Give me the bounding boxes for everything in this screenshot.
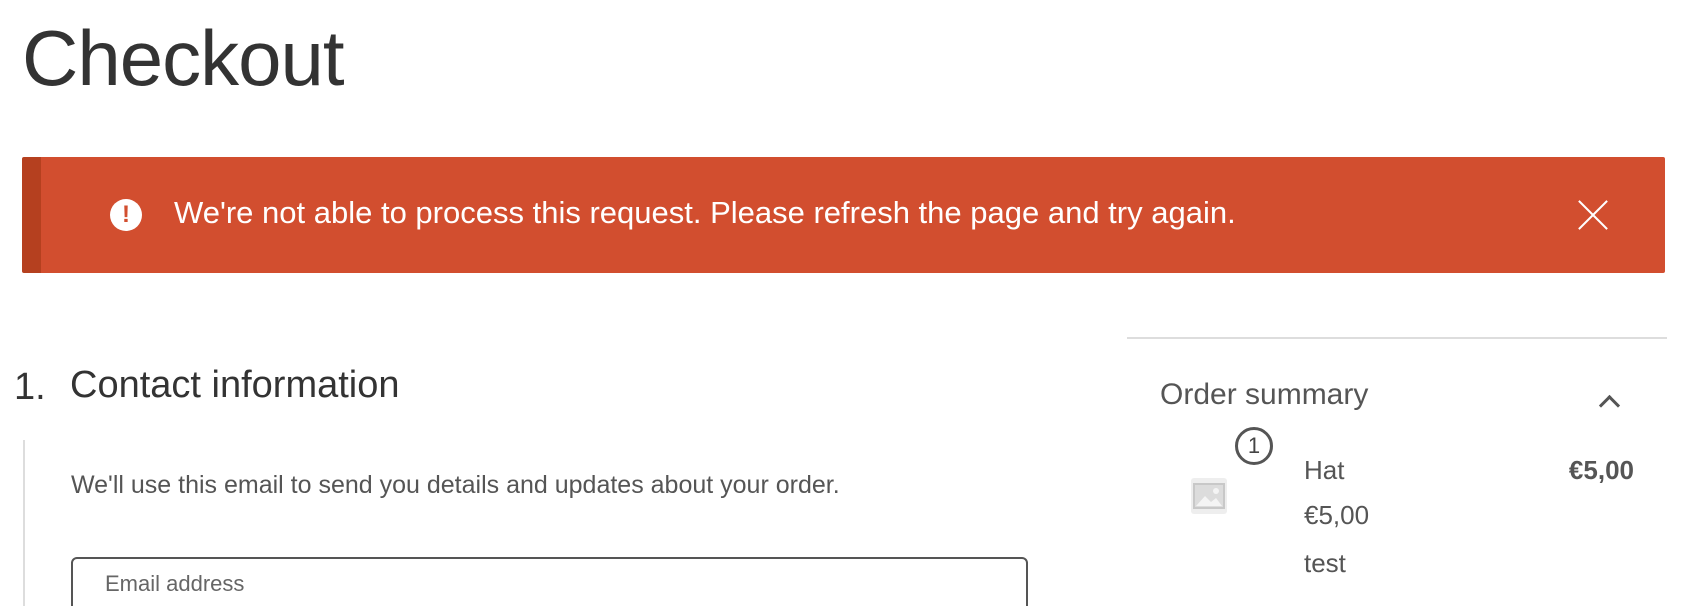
error-message: We're not able to process this request. … <box>174 195 1236 230</box>
item-unit-price: €5,00 <box>1304 500 1370 530</box>
step-number: 1. <box>14 366 46 408</box>
image-placeholder-icon <box>1191 478 1227 514</box>
close-icon[interactable] <box>1576 198 1610 232</box>
chevron-up-icon[interactable] <box>1598 390 1620 412</box>
contact-information-title: Contact information <box>70 364 400 406</box>
error-notice: ! We're not able to process this request… <box>22 157 1665 273</box>
order-summary-title: Order summary <box>1160 378 1369 411</box>
contact-description: We'll use this email to send you details… <box>71 471 840 499</box>
email-field[interactable]: Email address <box>71 557 1028 606</box>
step-divider <box>23 440 25 606</box>
checkout-page: Checkout ! We're not able to process thi… <box>0 0 1684 606</box>
page-title: Checkout <box>22 14 345 102</box>
email-label: Email address <box>105 571 245 596</box>
quantity-badge: 1 <box>1235 427 1273 465</box>
order-summary-divider <box>1127 337 1667 339</box>
exclamation-icon: ! <box>110 199 142 231</box>
item-total: €5,00 <box>1568 455 1634 485</box>
item-name: Hat <box>1304 455 1345 485</box>
item-meta: test <box>1304 548 1346 578</box>
